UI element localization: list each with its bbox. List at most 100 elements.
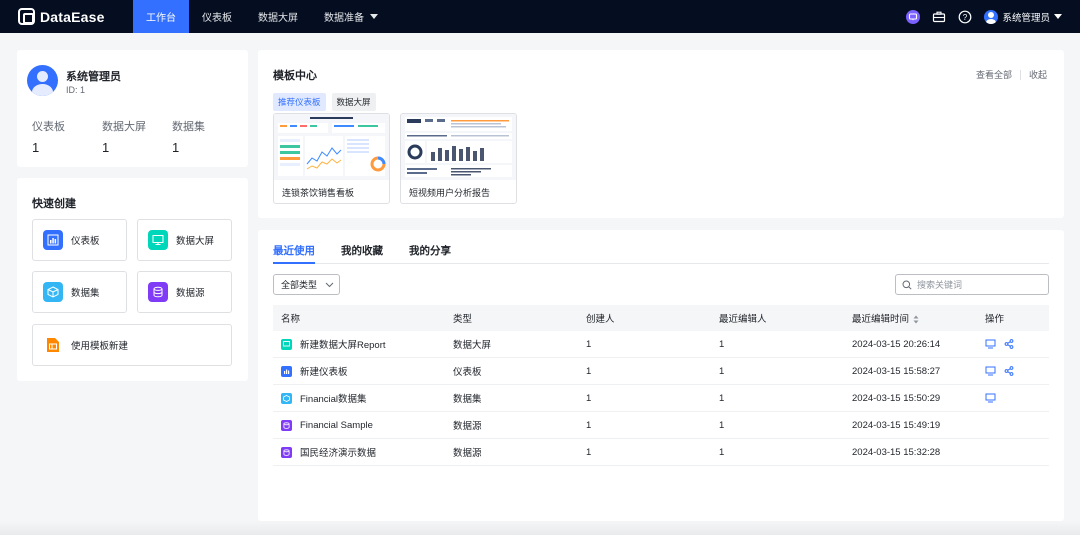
cell-name: Financial数据集	[273, 391, 453, 405]
cell-actions	[985, 366, 1049, 376]
template-thumbnail	[401, 114, 516, 180]
row-name[interactable]: 国民经济演示数据	[300, 445, 376, 459]
type-filter-select[interactable]: 全部类型	[273, 274, 340, 295]
quick-create-from-template[interactable]: 使用模板新建	[32, 324, 232, 366]
screen-icon	[281, 338, 292, 350]
col-editor: 最近编辑人	[719, 314, 767, 325]
quick-create-label: 数据大屏	[176, 236, 215, 247]
dashboard-icon	[43, 230, 63, 250]
nav-label: 工作台	[146, 13, 176, 24]
table-row[interactable]: Financial Sample 数据源 1 1 2024-03-15 15:4…	[273, 412, 1049, 439]
screen-icon	[148, 230, 168, 250]
preview-icon[interactable]	[985, 339, 996, 349]
cell-name: 国民经济演示数据	[273, 445, 453, 459]
stat-label: 数据大屏	[102, 121, 146, 133]
profile-id: ID: 1	[66, 85, 86, 95]
search-box[interactable]	[895, 274, 1049, 295]
search-input[interactable]	[917, 279, 1037, 290]
row-name[interactable]: 新建仪表板	[300, 364, 348, 378]
avatar	[984, 9, 999, 24]
col-type: 类型	[453, 314, 473, 325]
quick-create-label: 使用模板新建	[71, 341, 129, 352]
collapse-link[interactable]: 收起	[1029, 68, 1047, 81]
cell-editor: 1	[719, 446, 725, 458]
datasource-icon	[148, 282, 168, 302]
share-icon[interactable]	[1004, 339, 1014, 349]
table-row[interactable]: 新建数据大屏Report 数据大屏 1 1 2024-03-15 20:26:1…	[273, 331, 1049, 358]
cell-actions	[985, 393, 1049, 403]
tab-shared[interactable]: 我的分享	[409, 230, 451, 264]
tab-recent[interactable]: 最近使用	[273, 230, 315, 264]
row-name[interactable]: 新建数据大屏Report	[300, 337, 386, 351]
app-name: DataEase	[40, 8, 105, 25]
quick-create-label: 仪表板	[71, 236, 100, 247]
nav-label: 数据准备	[324, 13, 364, 24]
stat-value: 1	[172, 140, 180, 155]
row-name[interactable]: Financial数据集	[300, 391, 367, 405]
template-icon	[43, 335, 63, 355]
quick-create-dashboard[interactable]: 仪表板	[32, 219, 127, 261]
recent-tabs: 最近使用 我的收藏 我的分享	[273, 230, 1049, 264]
nav-label: 数据大屏	[258, 13, 298, 24]
toolbox-icon[interactable]	[932, 10, 946, 24]
cell-creator: 1	[586, 365, 592, 377]
preview-icon[interactable]	[985, 393, 996, 403]
cell-type: 数据集	[453, 394, 482, 405]
col-edit-time[interactable]: 最近编辑时间	[852, 311, 985, 325]
caret-down-icon	[370, 14, 378, 19]
page-bottom-edge	[0, 521, 1080, 535]
nav-label: 仪表板	[202, 13, 232, 24]
chip-data-screen[interactable]: 数据大屏	[331, 93, 376, 111]
cell-time: 2024-03-15 15:49:19	[852, 419, 941, 431]
user-menu[interactable]: 系统管理员	[984, 9, 1062, 24]
topbar-actions: ? 系统管理员	[906, 9, 1062, 24]
template-center-card: 模板中心 查看全部 收起 推荐仪表板 数据大屏 连锁茶饮销售看板 短视频用户分析…	[258, 50, 1064, 218]
nav-dashboard[interactable]: 仪表板	[189, 0, 245, 33]
preview-icon[interactable]	[985, 366, 996, 376]
chevron-down-icon	[325, 282, 334, 287]
recent-files-card: 最近使用 我的收藏 我的分享 全部类型 名称 类型 创建人 最近编辑人 最近编辑…	[258, 230, 1064, 521]
svg-text:?: ?	[963, 13, 968, 22]
profile-stats: 仪表板 1 数据大屏 1 数据集 1	[32, 118, 242, 155]
dataset-icon	[43, 282, 63, 302]
share-icon[interactable]	[1004, 366, 1014, 376]
quick-create-dataset[interactable]: 数据集	[32, 271, 127, 313]
tab-favorites[interactable]: 我的收藏	[341, 230, 383, 264]
cell-type: 数据源	[453, 421, 482, 432]
quick-create-title: 快速创建	[32, 198, 76, 210]
row-name[interactable]: Financial Sample	[300, 420, 373, 431]
ai-assistant-icon[interactable]	[906, 9, 921, 24]
cell-name: 新建数据大屏Report	[273, 337, 453, 351]
sort-icon[interactable]	[913, 315, 919, 324]
template-category-chips: 推荐仪表板 数据大屏	[273, 93, 376, 111]
cell-name: Financial Sample	[273, 419, 453, 431]
quick-create-data-screen[interactable]: 数据大屏	[137, 219, 232, 261]
template-card[interactable]: 短视频用户分析报告	[400, 113, 517, 204]
table-row[interactable]: Financial数据集 数据集 1 1 2024-03-15 15:50:29	[273, 385, 1049, 412]
avatar	[27, 65, 58, 96]
app-logo[interactable]: DataEase	[18, 8, 133, 25]
stat-dashboard: 仪表板 1	[32, 118, 102, 155]
stat-label: 数据集	[172, 121, 205, 133]
table-row[interactable]: 国民经济演示数据 数据源 1 1 2024-03-15 15:32:28	[273, 439, 1049, 466]
cell-editor: 1	[719, 365, 725, 377]
help-icon[interactable]: ?	[958, 10, 972, 24]
stat-data-screen: 数据大屏 1	[102, 118, 172, 155]
recent-table: 名称 类型 创建人 最近编辑人 最近编辑时间 操作 新建数据大屏Report 数…	[273, 305, 1049, 466]
cell-creator: 1	[586, 338, 592, 350]
chip-recommended-dashboard[interactable]: 推荐仪表板	[273, 93, 326, 111]
stat-dataset: 数据集 1	[172, 118, 242, 155]
nav-data-prep[interactable]: 数据准备	[311, 0, 391, 33]
view-all-link[interactable]: 查看全部	[976, 68, 1012, 81]
nav-data-screen[interactable]: 数据大屏	[245, 0, 311, 33]
nav-workbench[interactable]: 工作台	[133, 0, 189, 33]
datasource-icon	[281, 446, 292, 458]
table-row[interactable]: 新建仪表板 仪表板 1 1 2024-03-15 15:58:27	[273, 358, 1049, 385]
template-card[interactable]: 连锁茶饮销售看板	[273, 113, 390, 204]
template-center-links: 查看全部 收起	[976, 68, 1047, 81]
dataset-icon	[281, 392, 292, 404]
cell-time: 2024-03-15 15:32:28	[852, 446, 941, 458]
quick-create-datasource[interactable]: 数据源	[137, 271, 232, 313]
cell-type: 数据源	[453, 448, 482, 459]
stat-value: 1	[32, 140, 40, 155]
